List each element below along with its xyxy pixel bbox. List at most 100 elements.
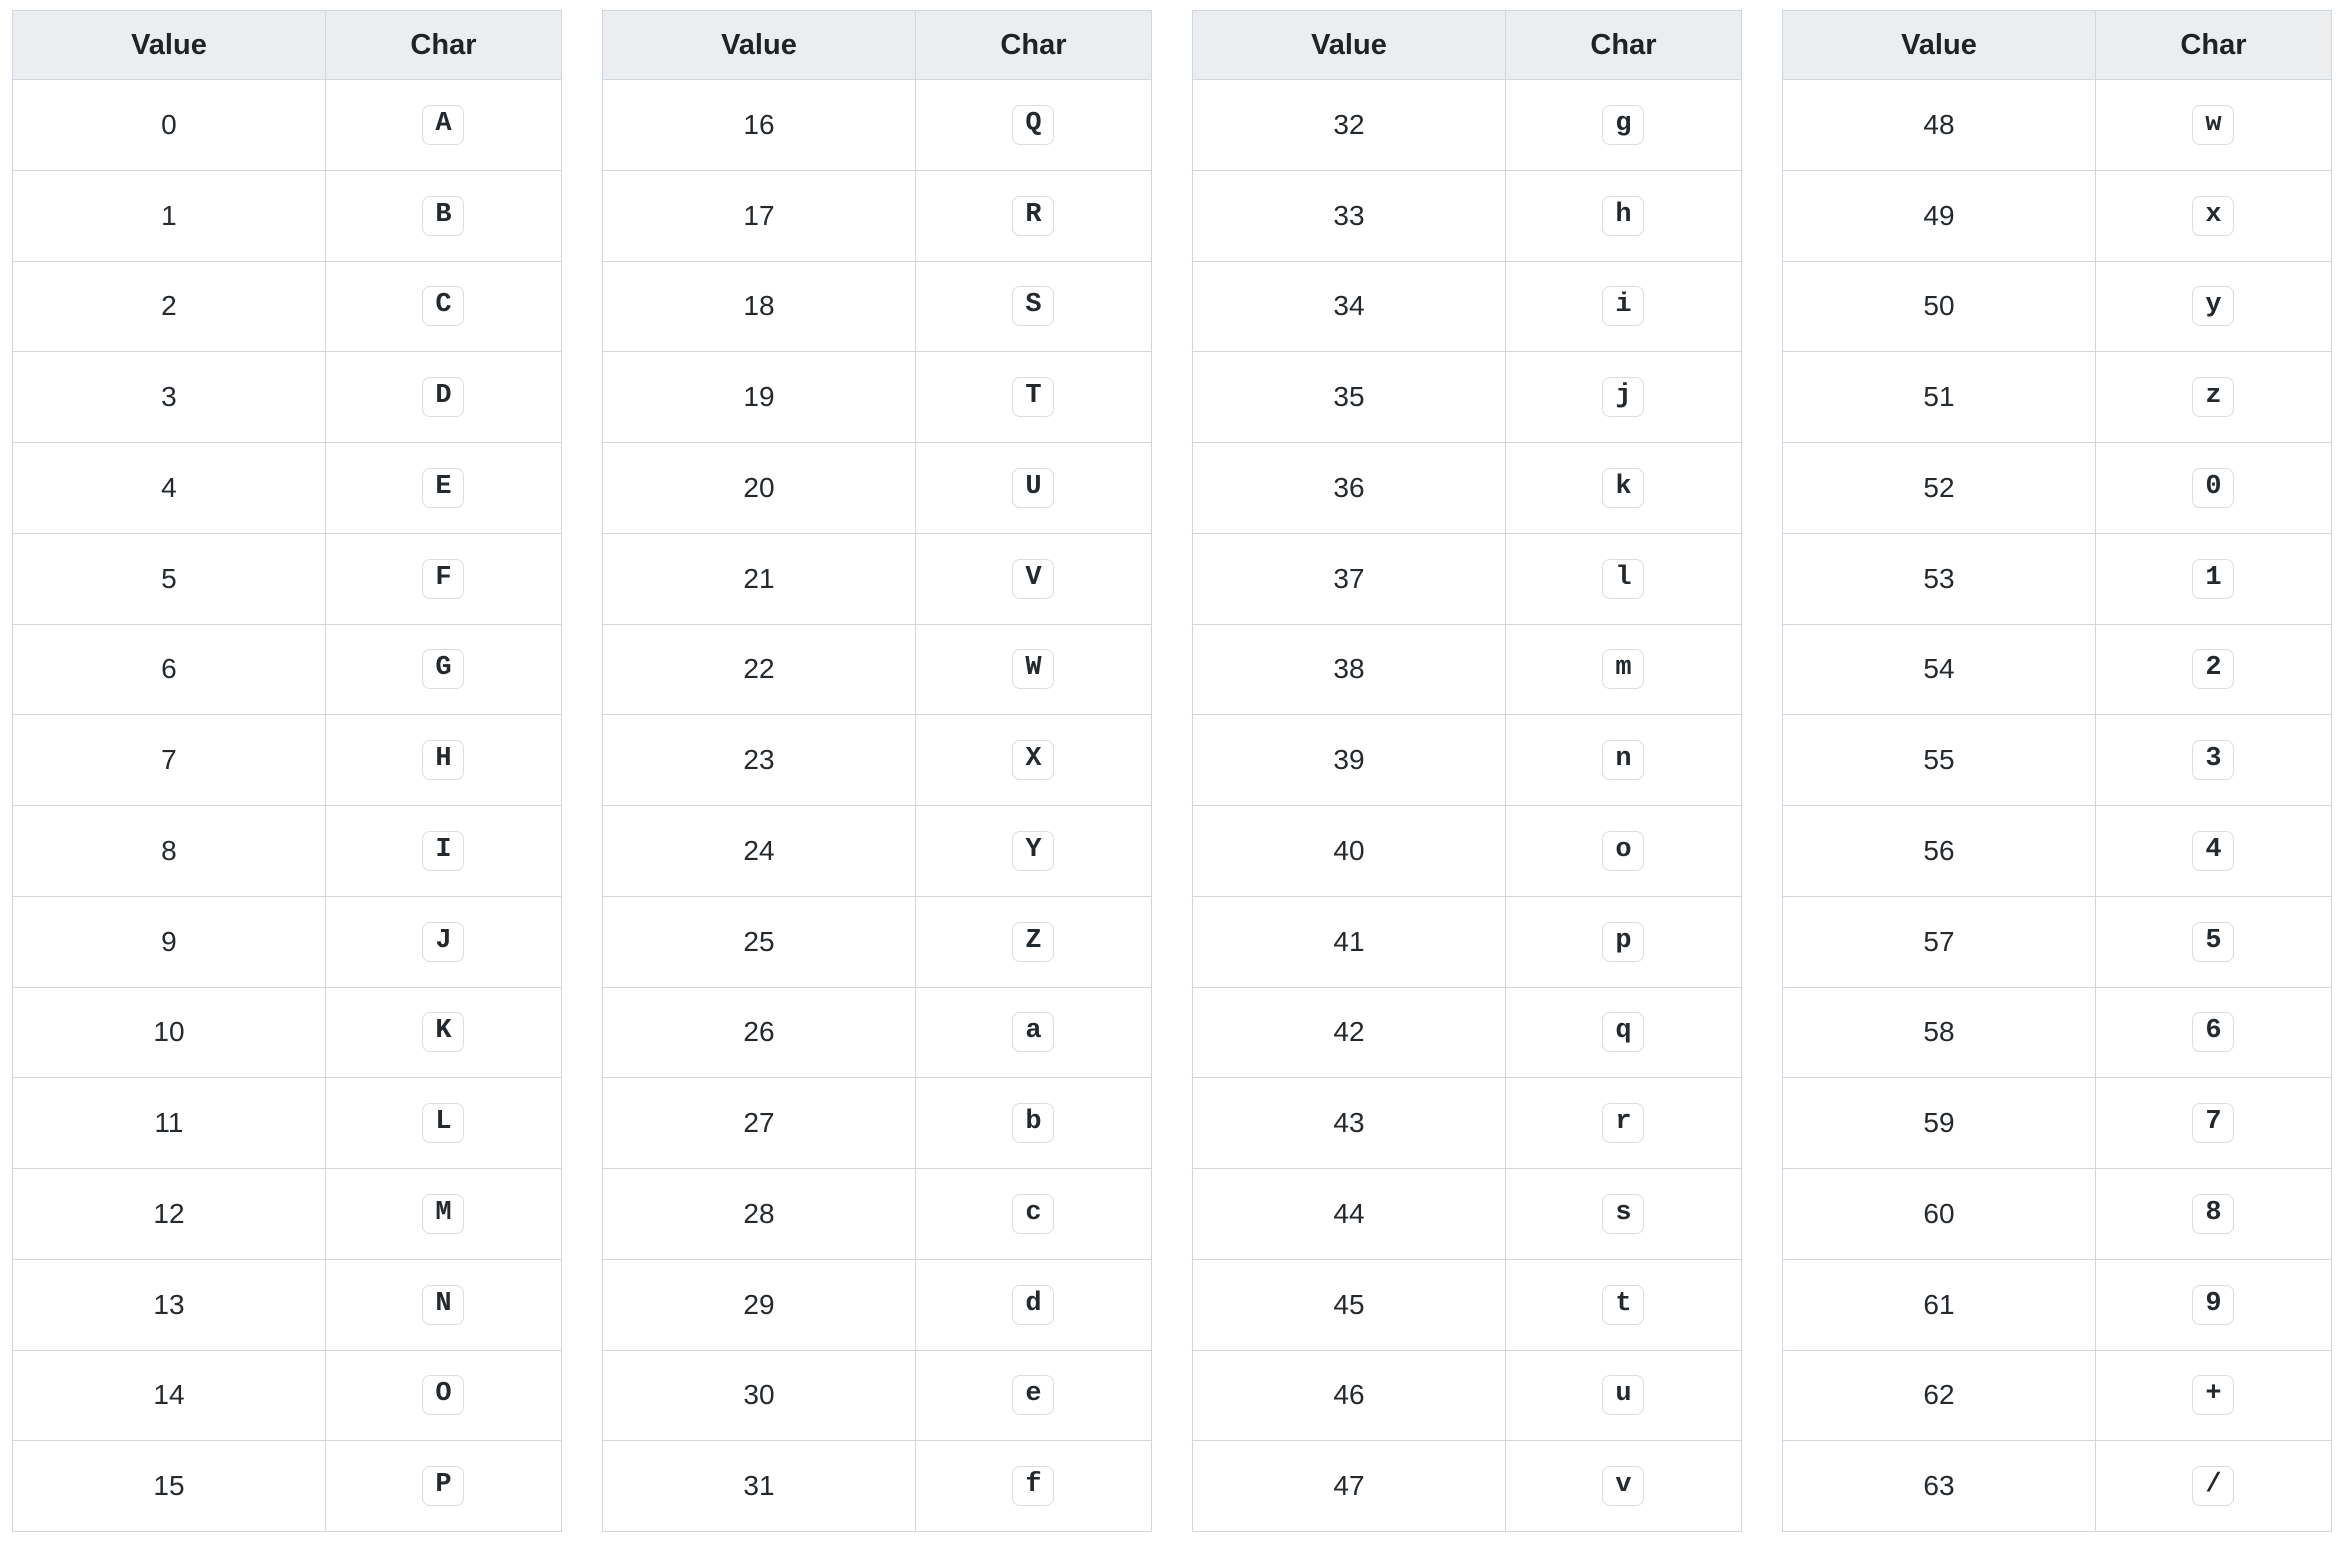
char-chip: T (1012, 377, 1054, 417)
char-chip: 9 (2192, 1285, 2234, 1325)
value-cell: 41 (1193, 896, 1506, 987)
char-cell: r (1505, 1078, 1741, 1169)
table-row: 10K (13, 987, 562, 1078)
value-cell: 40 (1193, 806, 1506, 897)
value-cell: 3 (13, 352, 326, 443)
char-chip: M (422, 1194, 464, 1234)
table-row: 48w (1783, 80, 2332, 171)
value-cell: 53 (1783, 533, 2096, 624)
char-chip: 7 (2192, 1103, 2234, 1143)
char-cell: y (2095, 261, 2331, 352)
value-cell: 52 (1783, 443, 2096, 534)
value-cell: 57 (1783, 896, 2096, 987)
table-row: 38m (1193, 624, 1742, 715)
char-cell: / (2095, 1441, 2331, 1532)
char-chip: k (1602, 468, 1644, 508)
char-cell: X (915, 715, 1151, 806)
table-row: 16Q (603, 80, 1152, 171)
char-cell: F (325, 533, 561, 624)
table-col-3: Value Char 32g 33h 34i 35j 36k 37l 38m 3… (1192, 10, 1742, 1532)
char-chip: 2 (2192, 649, 2234, 689)
char-cell: G (325, 624, 561, 715)
char-cell: I (325, 806, 561, 897)
value-cell: 48 (1783, 80, 2096, 171)
table-row: 520 (1783, 443, 2332, 534)
char-cell: t (1505, 1259, 1741, 1350)
value-cell: 31 (603, 1441, 916, 1532)
char-cell: a (915, 987, 1151, 1078)
char-chip: R (1012, 196, 1054, 236)
value-cell: 50 (1783, 261, 2096, 352)
char-chip: d (1012, 1285, 1054, 1325)
char-cell: K (325, 987, 561, 1078)
value-cell: 8 (13, 806, 326, 897)
char-cell: m (1505, 624, 1741, 715)
table-row: 35j (1193, 352, 1742, 443)
table-row: 14O (13, 1350, 562, 1441)
char-chip: X (1012, 740, 1054, 780)
header-char: Char (915, 11, 1151, 80)
table-col-4: Value Char 48w 49x 50y 51z 520 531 542 5… (1782, 10, 2332, 1532)
char-chip: A (422, 105, 464, 145)
table-row: 51z (1783, 352, 2332, 443)
value-cell: 26 (603, 987, 916, 1078)
value-cell: 56 (1783, 806, 2096, 897)
char-chip: t (1602, 1285, 1644, 1325)
value-cell: 59 (1783, 1078, 2096, 1169)
char-chip: Z (1012, 922, 1054, 962)
char-chip: l (1602, 559, 1644, 599)
char-chip: 8 (2192, 1194, 2234, 1234)
value-cell: 32 (1193, 80, 1506, 171)
char-chip: L (422, 1103, 464, 1143)
value-cell: 7 (13, 715, 326, 806)
char-cell: 4 (2095, 806, 2331, 897)
char-chip: E (422, 468, 464, 508)
char-cell: c (915, 1169, 1151, 1260)
table-row: 44s (1193, 1169, 1742, 1260)
table-row: 36k (1193, 443, 1742, 534)
value-cell: 54 (1783, 624, 2096, 715)
table-row: 31f (603, 1441, 1152, 1532)
char-chip: U (1012, 468, 1054, 508)
char-cell: 3 (2095, 715, 2331, 806)
char-chip: i (1602, 286, 1644, 326)
char-chip: S (1012, 286, 1054, 326)
char-chip: x (2192, 196, 2234, 236)
value-cell: 28 (603, 1169, 916, 1260)
char-cell: i (1505, 261, 1741, 352)
value-cell: 16 (603, 80, 916, 171)
char-cell: z (2095, 352, 2331, 443)
value-cell: 61 (1783, 1259, 2096, 1350)
char-chip: p (1602, 922, 1644, 962)
table-row: 49x (1783, 170, 2332, 261)
table-row: 46u (1193, 1350, 1742, 1441)
char-cell: R (915, 170, 1151, 261)
char-cell: 1 (2095, 533, 2331, 624)
char-chip: n (1602, 740, 1644, 780)
header-value: Value (13, 11, 326, 80)
value-cell: 13 (13, 1259, 326, 1350)
table-row: 22W (603, 624, 1152, 715)
char-cell: j (1505, 352, 1741, 443)
header-char: Char (1505, 11, 1741, 80)
table-row: 59 7 (1783, 1078, 2332, 1169)
value-cell: 4 (13, 443, 326, 534)
char-chip: c (1012, 1194, 1054, 1234)
table-row: 1B (13, 170, 562, 261)
table-row: 586 (1783, 987, 2332, 1078)
char-cell: V (915, 533, 1151, 624)
char-cell: N (325, 1259, 561, 1350)
value-cell: 30 (603, 1350, 916, 1441)
value-cell: 35 (1193, 352, 1506, 443)
char-cell: + (2095, 1350, 2331, 1441)
char-chip: P (422, 1466, 464, 1506)
value-cell: 9 (13, 896, 326, 987)
value-cell: 43 (1193, 1078, 1506, 1169)
char-cell: P (325, 1441, 561, 1532)
base64-alphabet-tables: Value Char 0A 1B 2C 3D 4E 5F 6G 7H 8I 9J… (0, 0, 2344, 1542)
table-row: 2C (13, 261, 562, 352)
char-cell: 5 (2095, 896, 2331, 987)
char-cell: B (325, 170, 561, 261)
table-row: 9J (13, 896, 562, 987)
value-cell: 33 (1193, 170, 1506, 261)
